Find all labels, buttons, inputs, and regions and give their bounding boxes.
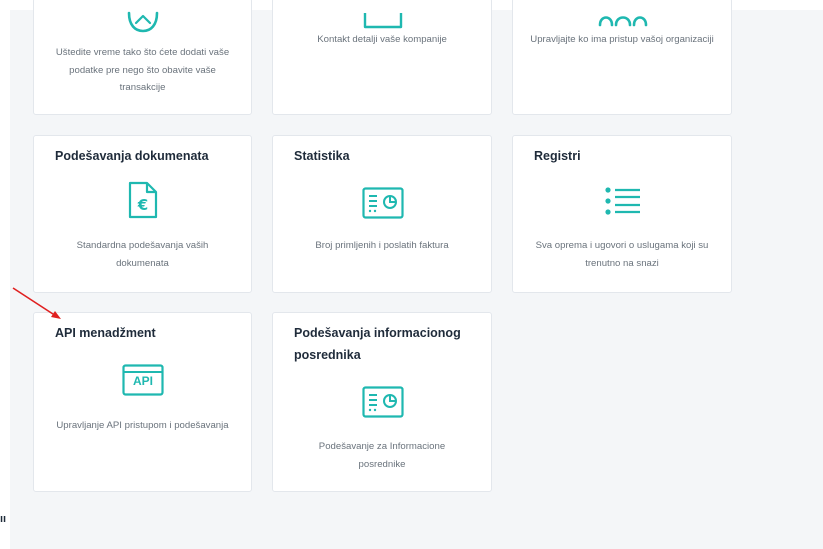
edge-glyph: ıı	[0, 513, 7, 525]
card-title: API menadžment	[55, 326, 156, 340]
card-document-settings[interactable]: Podešavanja dokumenata € Standardna pode…	[33, 135, 252, 293]
card-statistics[interactable]: Statistika Broj primljenih i poslatih fa…	[272, 135, 492, 293]
card-description: Uštedite vreme tako što ćete dodati vaše…	[55, 47, 230, 93]
card-description: Upravljajte ko ima pristup vašoj organiz…	[530, 34, 714, 45]
card-access-management[interactable]: Upravljajte ko ima pristup vašoj organiz…	[512, 0, 732, 115]
api-label: API	[132, 374, 153, 388]
statistics-icon	[362, 386, 404, 418]
users-icon	[597, 9, 649, 27]
card-description: Broj primljenih i poslatih faktura	[315, 240, 449, 251]
statistics-icon	[362, 187, 404, 219]
id-card-icon	[363, 11, 403, 33]
svg-text:€: €	[137, 196, 148, 214]
list-icon	[604, 186, 642, 216]
card-api-management[interactable]: API menadžment API Upravljanje API prist…	[33, 312, 252, 492]
card-saved-data[interactable]: Uštedite vreme tako što ćete dodati vaše…	[33, 0, 252, 115]
tag-icon	[123, 11, 163, 33]
card-title: Registri	[534, 149, 581, 163]
api-window-icon: API	[122, 364, 164, 396]
settings-panel: Uštedite vreme tako što ćete dodati vaše…	[10, 0, 823, 549]
card-title: Statistika	[294, 149, 350, 163]
card-registries[interactable]: Registri Sva oprema i ugovori o uslugama…	[512, 135, 732, 293]
card-description: Upravljanje API pristupom i podešavanja	[56, 420, 229, 431]
euro-document-icon: €	[126, 181, 160, 219]
card-company-contact[interactable]: Kontakt detalji vaše kompanije	[272, 0, 492, 115]
card-description: Kontakt detalji vaše kompanije	[317, 34, 447, 45]
card-description: Standardna podešavanja vaših dokumenata	[76, 240, 209, 269]
card-title: Podešavanja dokumenata	[55, 149, 209, 163]
card-description: Sva oprema i ugovori o uslugama koji su …	[535, 240, 709, 269]
card-description: Podešavanje za Informacione posrednike	[318, 441, 446, 470]
card-information-intermediary[interactable]: Podešavanja informacionog posrednika Pod…	[272, 312, 492, 492]
card-title: Podešavanja informacionog posrednika	[294, 326, 461, 362]
